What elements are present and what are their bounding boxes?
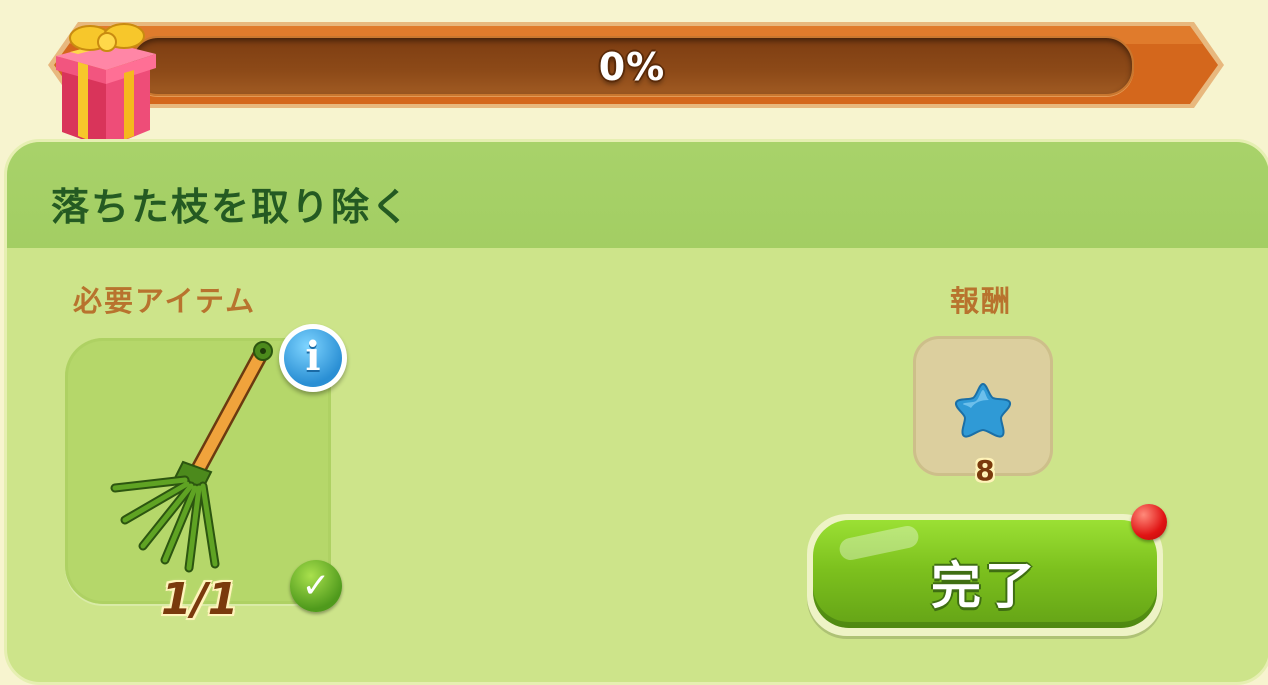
info-button[interactable]: i [279,324,347,392]
gift-box-icon[interactable] [48,22,164,156]
info-icon: i [284,329,342,387]
notification-dot [1131,504,1167,540]
complete-button-label: 完了 [931,557,1039,615]
item-count: 1/1 [161,574,239,625]
task-card: 落ちた枝を取り除く 必要アイテム 報酬 i 1/1 ✓ 8 完了 [4,139,1268,685]
task-title: 落ちた枝を取り除く [51,185,412,229]
progress-percent: 0% [598,45,666,89]
required-items-label: 必要アイテム [73,284,257,318]
progress-track: 0% [130,36,1134,96]
reward-amount: 8 [975,454,995,487]
checkmark-icon: ✓ [290,560,342,612]
rake-icon [110,341,273,573]
progress-banner: 0% [48,22,1224,148]
task-header: 落ちた枝を取り除く [7,142,1268,248]
complete-button[interactable]: 完了 [807,514,1163,636]
blue-star-icon [954,382,1012,438]
reward-label: 報酬 [950,284,1013,318]
